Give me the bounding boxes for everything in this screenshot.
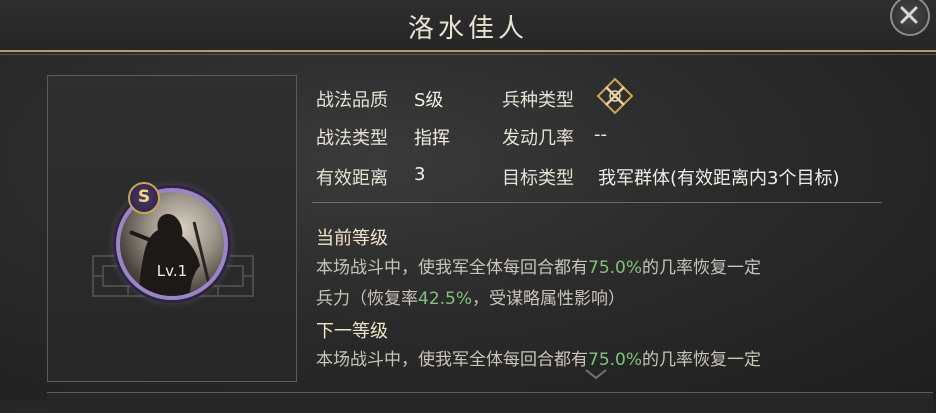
range-value: 3 [414,164,426,185]
quality-label: 战法品质 [316,90,388,111]
skill-level-label: Lv.1 [156,262,188,280]
type-label: 战法类型 [316,128,388,149]
crossed-weapons-icon [596,77,634,115]
target-type-label: 目标类型 [502,168,574,189]
trigger-chance-value: -- [594,124,607,145]
bottom-panel [47,392,933,413]
skill-grade-badge: S [128,182,160,214]
quality-value: S级 [414,90,444,111]
range-label: 有效距离 [316,168,388,189]
current-level-line-1: 本场战斗中，使我军全体每回合都有75.0%的几率恢复一定 [316,258,762,278]
target-type-value: 我军群体(有效距离内3个目标) [598,168,840,189]
next-level-heading: 下一等级 [316,321,388,342]
trigger-chance-label: 发动几率 [502,128,574,149]
type-value: 指挥 [414,128,450,149]
current-level-description: 本场战斗中，使我军全体每回合都有75.0%的几率恢复一定 兵力（恢复率42.5%… [316,253,876,315]
skill-portrait-panel: S Lv.1 [47,75,297,382]
troop-type-label: 兵种类型 [502,90,574,111]
section-divider [312,202,882,203]
window-title: 洛水佳人 [407,14,528,44]
current-level-line-2: 兵力（恢复率42.5%，受谋略属性影响） [316,289,626,309]
close-icon [900,6,918,24]
title-bar: 洛水佳人 [0,0,936,55]
chevron-down-icon [585,369,607,380]
current-level-heading: 当前等级 [316,228,388,249]
